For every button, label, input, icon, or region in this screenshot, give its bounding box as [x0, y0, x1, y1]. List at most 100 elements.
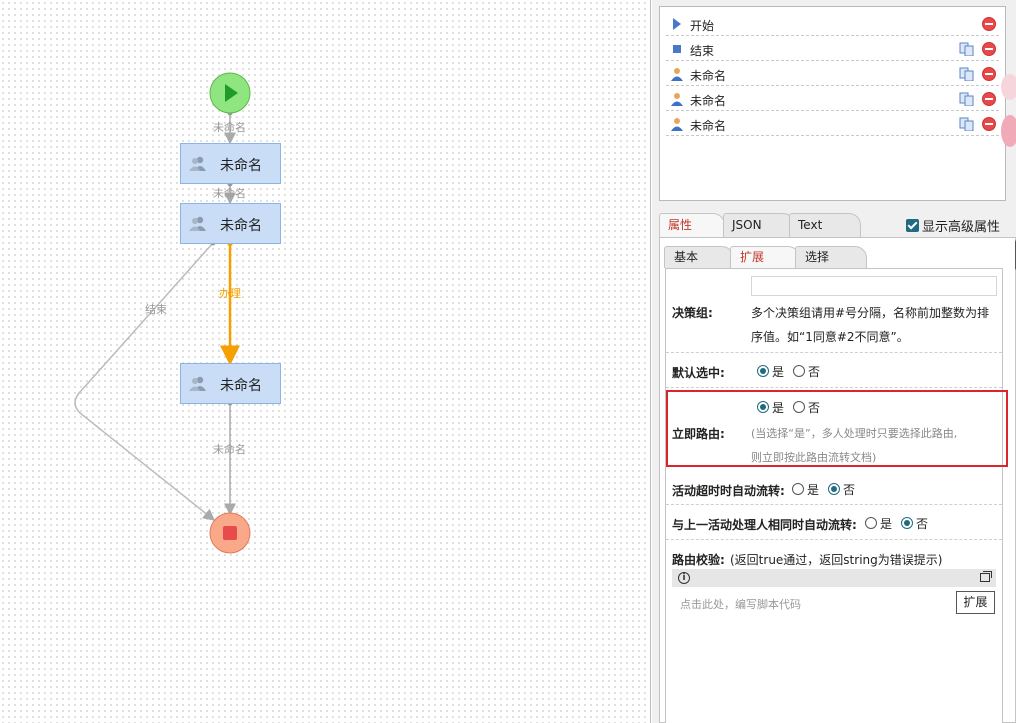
radio-selected[interactable]	[828, 483, 840, 495]
play-icon	[673, 18, 681, 30]
edge-label-process[interactable]: 办理	[219, 285, 241, 301]
stop-icon	[223, 526, 237, 540]
tab-properties[interactable]: 属性	[659, 213, 725, 237]
outline-item-label: 结束	[690, 44, 715, 58]
users-icon	[189, 216, 206, 231]
user-icon	[671, 93, 683, 106]
side-handle[interactable]	[1001, 74, 1016, 100]
subtab-select[interactable]: 选择	[795, 246, 867, 268]
row-decision-group: 决策组: 多个决策组请用#号分隔，名称前加整数为排 序值。如“1同意#2不同意”…	[666, 269, 1002, 353]
delete-icon[interactable]	[982, 42, 996, 56]
auto-same-handler-yes[interactable]: 是	[865, 515, 892, 532]
auto-timeout-label: 活动超时时自动流转:	[672, 484, 785, 498]
side-handle[interactable]	[1001, 115, 1016, 147]
auto-same-handler-label: 与上一活动处理人相同时自动流转:	[672, 518, 857, 532]
copy-icon[interactable]	[959, 67, 975, 81]
users-icon	[189, 156, 206, 171]
auto-same-handler-no[interactable]: 否	[901, 515, 928, 532]
radio-label: 否	[843, 483, 856, 497]
auto-timeout-yes[interactable]: 是	[792, 481, 819, 498]
immediate-route-no[interactable]: 否	[793, 399, 820, 416]
outline-item-activity[interactable]: 未命名	[666, 87, 999, 111]
user-icon	[671, 68, 683, 81]
extend-properties: 决策组: 多个决策组请用#号分隔，名称前加整数为排 序值。如“1同意#2不同意”…	[665, 268, 1008, 723]
activity-node-3[interactable]: 未命名	[180, 363, 281, 404]
copy-icon[interactable]	[959, 117, 975, 131]
outline-item-label: 未命名	[690, 69, 727, 83]
radio-label: 是	[807, 483, 820, 497]
flow-connections	[74, 72, 251, 554]
flow-canvas[interactable]: 未命名 未命名 结束 办理 未命名 未命名 未命名 未命名	[0, 0, 651, 723]
default-selected-yes[interactable]: 是	[757, 363, 784, 380]
immediate-route-hint: (当选择“是”，多人处理时只要选择此路由,	[751, 427, 958, 440]
checkbox-checked[interactable]	[906, 219, 919, 232]
immediate-route-hint-2: 则立即按此路由流转文档)	[751, 451, 877, 464]
radio-unselected[interactable]	[793, 401, 805, 413]
radio-selected[interactable]	[757, 401, 769, 413]
activity-node-2[interactable]: 未命名	[180, 203, 281, 244]
immediate-route-yes[interactable]: 是	[757, 399, 784, 416]
radio-selected[interactable]	[757, 365, 769, 377]
copy-icon[interactable]	[959, 92, 975, 106]
user-icon	[671, 118, 683, 131]
row-auto-timeout: 活动超时时自动流转: 是 否	[666, 473, 1002, 505]
tab-text[interactable]: Text	[789, 213, 861, 237]
node-label: 未命名	[220, 158, 262, 174]
start-node	[209, 72, 251, 114]
row-immediate-route: 是 否 立即路由: (当选择“是”，多人处理时只要选择此路由, 则立即按此路由流…	[666, 388, 1002, 470]
delete-icon[interactable]	[982, 92, 996, 106]
radio-unselected[interactable]	[793, 365, 805, 377]
default-selected-label: 默认选中:	[672, 366, 725, 380]
subtab-basic[interactable]: 基本	[664, 246, 734, 268]
node-label: 未命名	[220, 378, 262, 394]
info-icon[interactable]: i	[678, 572, 690, 584]
row-auto-same-handler: 与上一活动处理人相同时自动流转: 是 否	[666, 505, 1002, 540]
activity-node-1[interactable]: 未命名	[180, 143, 281, 184]
properties-container: 基本 扩展 选择 决策组: 多个决策组请用#号分隔，名称前加整数为排 序值。如“…	[659, 237, 1016, 723]
edge-label-node1-node2[interactable]: 未命名	[213, 185, 246, 201]
expand-button[interactable]: 扩展	[956, 591, 995, 614]
radio-label: 是	[772, 401, 785, 415]
radio-label: 是	[772, 365, 785, 379]
outline-item-label: 未命名	[690, 119, 727, 133]
delete-icon[interactable]	[982, 17, 996, 31]
default-selected-no[interactable]: 否	[793, 363, 820, 380]
delete-icon[interactable]	[982, 117, 996, 131]
route-check-hint: (返回true通过，返回string为错误提示)	[730, 553, 943, 567]
auto-timeout-no[interactable]: 否	[828, 481, 855, 498]
decision-group-hint-2: 序值。如“1同意#2不同意”。	[751, 330, 909, 344]
tab-json[interactable]: JSON	[723, 213, 795, 237]
outline-item-activity[interactable]: 未命名	[666, 62, 999, 86]
radio-label: 否	[916, 517, 929, 531]
radio-label: 否	[808, 365, 821, 379]
radio-unselected[interactable]	[865, 517, 877, 529]
decision-group-label: 决策组:	[672, 306, 713, 320]
outline-list: 开始 结束 未命名 未命名 未命名	[659, 6, 1006, 201]
show-advanced-label: 显示高级属性	[922, 220, 1001, 235]
node-label: 未命名	[220, 218, 262, 234]
code-editor-placeholder[interactable]: 点击此处，编写脚本代码	[680, 596, 801, 612]
decision-group-input[interactable]	[751, 276, 997, 296]
users-icon	[189, 376, 206, 391]
maximize-icon[interactable]	[980, 571, 992, 582]
outline-item-label: 未命名	[690, 94, 727, 108]
outline-item-end[interactable]: 结束	[666, 37, 999, 61]
route-check-label: 路由校验:	[672, 553, 725, 567]
subtab-extend[interactable]: 扩展	[730, 246, 800, 268]
outline-item-activity[interactable]: 未命名	[666, 112, 999, 136]
show-advanced-toggle[interactable]: 显示高级属性	[906, 216, 1000, 235]
radio-label: 是	[880, 517, 893, 531]
delete-icon[interactable]	[982, 67, 996, 81]
stop-icon	[673, 45, 681, 53]
copy-icon[interactable]	[959, 42, 975, 56]
edge-label-node3-end[interactable]: 未命名	[213, 441, 246, 457]
radio-unselected[interactable]	[792, 483, 804, 495]
decision-group-hint: 多个决策组请用#号分隔，名称前加整数为排	[751, 306, 990, 320]
code-editor-toolbar: i	[672, 569, 996, 587]
edge-label-end[interactable]: 结束	[145, 301, 167, 317]
edge-label-start[interactable]: 未命名	[213, 119, 246, 135]
row-default-selected: 默认选中: 是 否	[666, 353, 1002, 388]
outline-item-start[interactable]: 开始	[666, 12, 999, 36]
radio-selected[interactable]	[901, 517, 913, 529]
property-panel: 开始 结束 未命名 未命名 未命名 属性 JSON Text 显示高级属性 基本…	[652, 0, 1016, 723]
